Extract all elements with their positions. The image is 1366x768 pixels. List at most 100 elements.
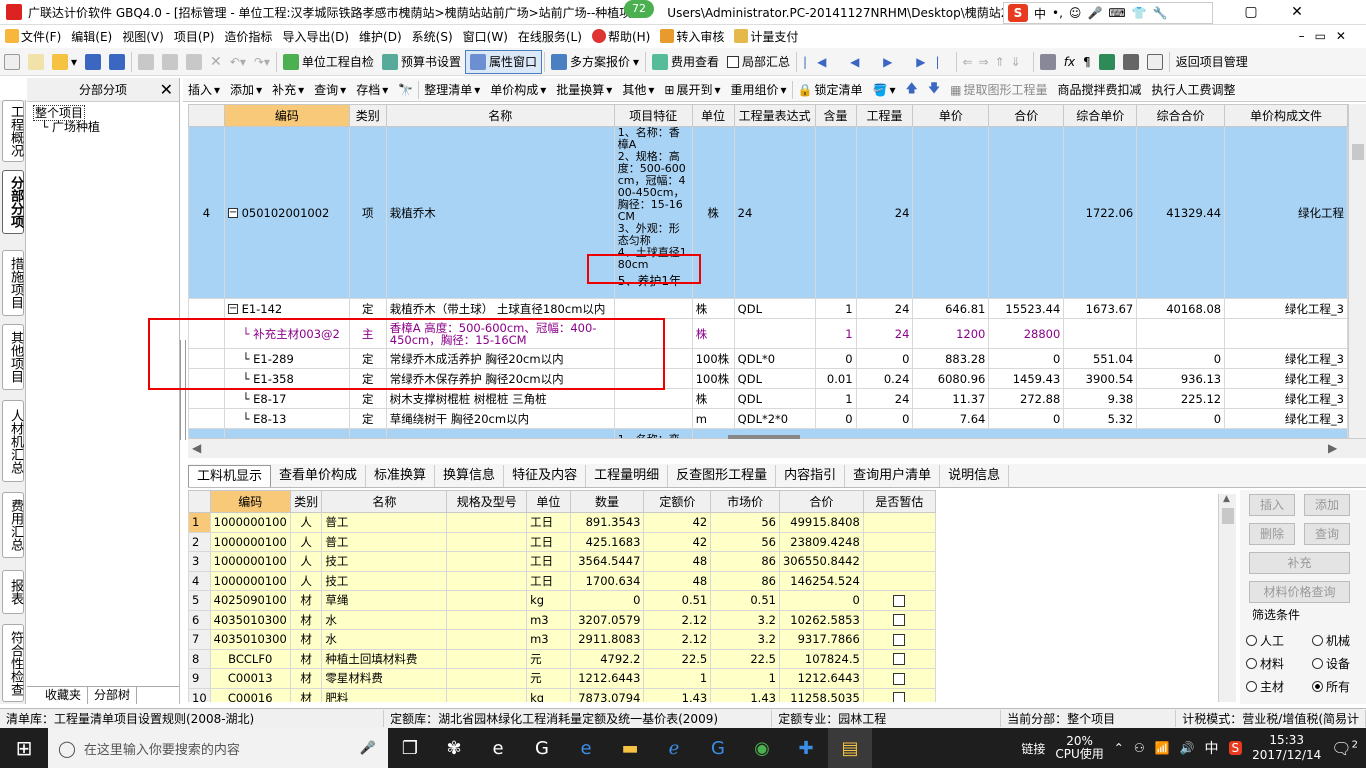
name-cell[interactable]: 普工 xyxy=(321,531,448,552)
sub-col-code[interactable]: 编码 xyxy=(209,490,291,513)
market-price-cell[interactable]: 56 xyxy=(710,531,780,552)
estimate-cell[interactable] xyxy=(862,531,936,552)
table-row[interactable]: 2 1000000100 人普工 工日 425.1683 42 56 23809.4248 xyxy=(188,531,936,552)
name-cell[interactable]: 技工 xyxy=(321,551,448,572)
formula-button[interactable]: fx xyxy=(1060,50,1079,74)
close-icon[interactable]: ✕ xyxy=(1274,0,1320,25)
filter-labor-radio[interactable]: 人工 xyxy=(1246,632,1284,649)
other-button[interactable]: 其他 ▾ xyxy=(617,81,659,98)
content-cell[interactable]: 0.01 xyxy=(814,368,857,389)
row-number[interactable]: 1 xyxy=(188,512,211,533)
total-cell[interactable]: 1212.6443 xyxy=(778,668,864,689)
tree-node-plaza-planting[interactable]: └ 广场种植 xyxy=(27,120,179,134)
filter-material-radio[interactable]: 材料 xyxy=(1246,655,1284,672)
col-price[interactable]: 单价 xyxy=(912,104,990,127)
tab-features[interactable]: 特征及内容 xyxy=(504,465,587,487)
file-cell[interactable]: 绿化工程_3 xyxy=(1224,348,1348,369)
expr-cell[interactable]: 24 xyxy=(733,126,816,299)
notification-icon[interactable]: 🗨2 xyxy=(1331,739,1358,758)
table-row[interactable]: 3 1000000100 人技工 工日 3564.5447 48 86 306550.8442 xyxy=(188,551,936,572)
supplement-button[interactable]: 补充 ▾ xyxy=(267,81,309,98)
unit-cell[interactable]: 工日 xyxy=(526,551,571,572)
qty-cell[interactable]: 0 xyxy=(569,590,645,611)
query-button[interactable]: 查询 ▾ xyxy=(309,81,351,98)
content-cell[interactable]: 1 xyxy=(814,388,857,409)
notification-badge[interactable]: 72 xyxy=(624,0,654,18)
main-grid-vscroll[interactable] xyxy=(1348,104,1366,438)
base-price-cell[interactable]: 48 xyxy=(643,551,712,572)
return-project-button[interactable]: 返回项目管理 xyxy=(1172,50,1252,74)
menu-measure-pay[interactable]: 计量支付 xyxy=(729,28,803,45)
estimate-cell[interactable] xyxy=(862,551,936,572)
unit-cell[interactable]: 工日 xyxy=(526,570,571,591)
code-cell[interactable]: 1000000100 xyxy=(209,512,291,533)
expr-cell[interactable]: QDL*2*0 xyxy=(733,408,816,429)
tab-view-unit-price[interactable]: 查看单价构成 xyxy=(271,465,367,487)
col-content[interactable]: 含量 xyxy=(814,104,857,127)
sub-col-estimate[interactable]: 是否暂估 xyxy=(862,490,936,513)
row-number[interactable] xyxy=(188,298,225,319)
ime-punct[interactable]: •, xyxy=(1052,6,1063,20)
table-row[interactable]: 6 4035010300 材水 m3 3207.0579 2.12 3.2 10262.585… xyxy=(188,609,936,630)
unit-cell[interactable]: 工日 xyxy=(526,531,571,552)
total-cell[interactable]: 107824.5 xyxy=(778,648,864,669)
spec-cell[interactable] xyxy=(446,551,528,572)
scroll-right-icon[interactable]: ▶ xyxy=(1328,441,1337,455)
tab-qty-detail[interactable]: 工程量明细 xyxy=(586,465,669,487)
move-arrows[interactable]: ⇐⇒⇑⇓ xyxy=(959,50,1031,74)
file-cell[interactable]: 绿化工程_3 xyxy=(1224,368,1348,389)
comp-total-cell[interactable]: 41329.44 xyxy=(1136,126,1226,299)
unit-cell[interactable]: kg xyxy=(526,590,571,611)
sub-col-unit[interactable]: 单位 xyxy=(526,490,571,513)
close-icon[interactable]: ✕ xyxy=(160,80,173,99)
qty-cell[interactable]: 24 xyxy=(855,318,914,349)
unit-price-composition-button[interactable]: 单价构成 ▾ xyxy=(485,81,551,98)
unit-check-button[interactable]: 单位工程自检 xyxy=(279,50,378,74)
edge-icon[interactable]: e xyxy=(476,728,520,768)
price-cell[interactable]: 7.64 xyxy=(912,408,990,429)
spec-cell[interactable] xyxy=(446,629,528,650)
qty-cell[interactable]: 0 xyxy=(855,408,914,429)
total-cell[interactable]: 23809.4248 xyxy=(778,531,864,552)
qty-cell[interactable]: 1700.634 xyxy=(569,570,645,591)
menu-transfer-review[interactable]: 转入审核 xyxy=(655,28,729,45)
estimate-cell[interactable] xyxy=(862,668,936,689)
insert-button[interactable]: 插入 xyxy=(1249,494,1295,516)
menu-cost-index[interactable]: 造价指标 xyxy=(219,28,277,45)
qty-cell[interactable]: 425.1683 xyxy=(569,531,645,552)
row-number[interactable]: 8 xyxy=(188,648,211,669)
sum-cell[interactable]: 272.88 xyxy=(988,388,1065,409)
keyboard-icon[interactable]: ⌨ xyxy=(1108,6,1125,20)
tray-ime[interactable]: 中 xyxy=(1205,738,1219,758)
price-cell[interactable]: 11.37 xyxy=(912,388,990,409)
unit-cell[interactable]: 100株 xyxy=(691,348,735,369)
table-row[interactable]: └ E8-13 定草绳绕树干 胸径20cm以内 m QDL*2*0 0 0 7.64 0 5.3… xyxy=(188,408,1348,429)
mdi-controls[interactable]: –▭✕ xyxy=(1299,29,1366,43)
green-app-icon[interactable]: ◉ xyxy=(740,728,784,768)
type-cell[interactable]: 项 xyxy=(348,126,387,299)
estimate-cell[interactable] xyxy=(862,570,936,591)
table-row[interactable]: └ E8-17 定树木支撑树棍桩 树棍桩 三角桩 株 QDL 1 24 11.37 272.8… xyxy=(188,388,1348,409)
spec-cell[interactable] xyxy=(446,570,528,591)
market-price-cell[interactable]: 1.43 xyxy=(710,687,780,702)
reuse-pricing-button[interactable]: 重用组价 ▾ xyxy=(725,81,791,98)
type-cell[interactable]: 材 xyxy=(289,648,323,669)
comp-total-cell[interactable]: 40168.08 xyxy=(1136,298,1226,319)
estimate-cell[interactable] xyxy=(862,609,936,630)
type-cell[interactable]: 材 xyxy=(289,668,323,689)
comp-total-cell[interactable]: 225.12 xyxy=(1136,388,1226,409)
filter-machine-radio[interactable]: 机械 xyxy=(1312,632,1350,649)
tray-sogou-icon[interactable]: S xyxy=(1228,741,1243,755)
code-cell[interactable]: BCCLF0 xyxy=(209,648,291,669)
name-cell[interactable]: 水 xyxy=(321,629,448,650)
save-button[interactable] xyxy=(81,50,105,74)
qty-cell[interactable]: 7873.0794 xyxy=(569,687,645,702)
organize-list-button[interactable]: 整理清单 ▾ xyxy=(419,81,485,98)
list-button[interactable] xyxy=(1143,50,1167,74)
menu-online[interactable]: 在线服务(L) xyxy=(513,28,587,45)
base-price-cell[interactable]: 2.12 xyxy=(643,629,712,650)
comp-unit-cell[interactable]: 551.04 xyxy=(1063,348,1138,369)
total-cell[interactable]: 11258.5035 xyxy=(778,687,864,702)
gbq-app-icon[interactable]: ▤ xyxy=(828,728,872,768)
total-cell[interactable]: 49915.8408 xyxy=(778,512,864,533)
